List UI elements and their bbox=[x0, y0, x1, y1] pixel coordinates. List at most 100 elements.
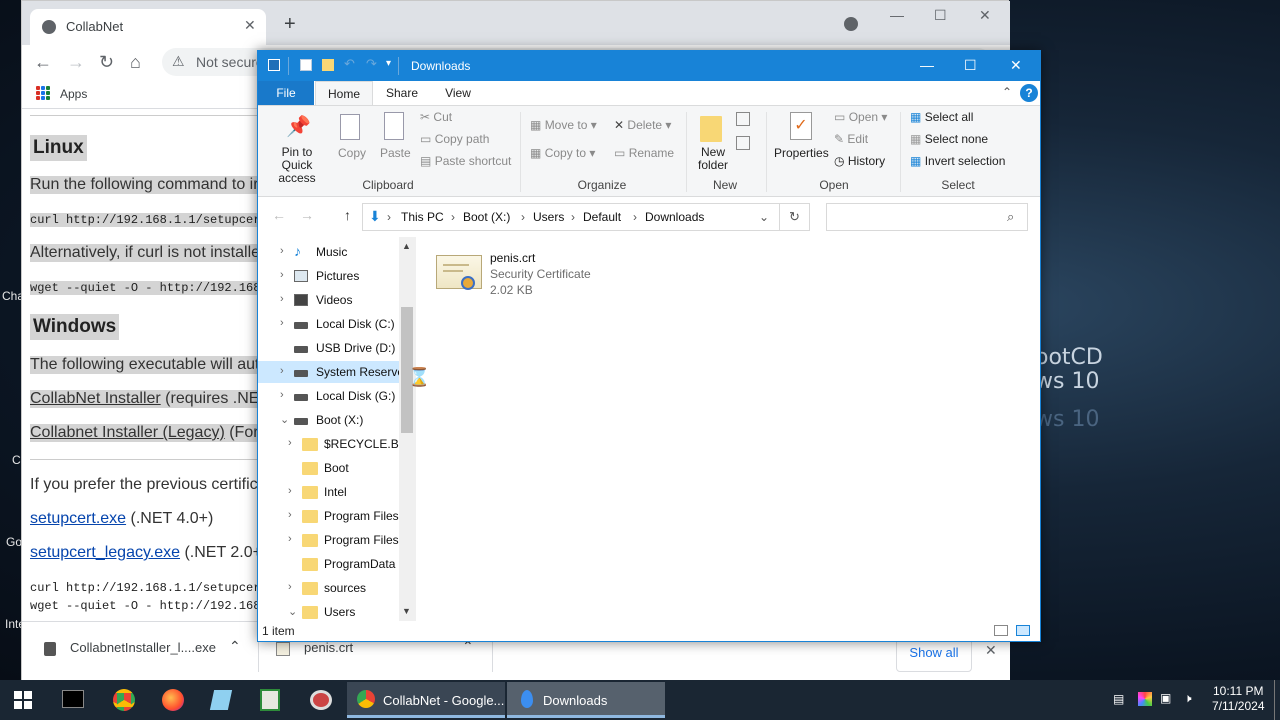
minimize-icon[interactable]: — bbox=[920, 57, 934, 73]
copy-to-button[interactable]: ▦ Copy to ▾ bbox=[530, 146, 595, 160]
refresh-icon[interactable]: ↻ bbox=[789, 209, 800, 225]
copy-button[interactable]: Copy bbox=[338, 146, 366, 160]
chevron-right-icon[interactable]: › bbox=[280, 245, 284, 257]
help-icon[interactable]: ? bbox=[1020, 84, 1038, 102]
chevron-down-icon[interactable]: ⌄ bbox=[759, 210, 769, 224]
minimize-icon[interactable]: — bbox=[890, 7, 904, 23]
easy-access-icon[interactable] bbox=[736, 136, 750, 150]
search-input[interactable] bbox=[831, 208, 1001, 226]
address-bar[interactable]: ⬇ › This PC › Boot (X:) › Users › Defaul… bbox=[362, 203, 810, 231]
chevron-right-icon[interactable]: › bbox=[288, 533, 292, 545]
chevron-up-icon[interactable]: ⌃ bbox=[229, 638, 241, 655]
move-to-button[interactable]: ▦ Move to ▾ bbox=[530, 118, 597, 132]
paste-shortcut-button[interactable]: ▤ Paste shortcut bbox=[420, 154, 511, 168]
spreadsheet-icon[interactable] bbox=[260, 689, 280, 711]
chevron-right-icon[interactable]: › bbox=[280, 389, 284, 401]
paste-button[interactable]: Paste bbox=[380, 146, 411, 160]
tab-home[interactable]: Home bbox=[315, 81, 373, 105]
close-window-icon[interactable]: ✕ bbox=[979, 7, 991, 24]
open-button[interactable]: ▭ Open ▾ bbox=[834, 110, 887, 124]
maximize-icon[interactable]: ☐ bbox=[964, 57, 977, 74]
large-icons-view-icon[interactable] bbox=[1016, 625, 1030, 636]
desktop-icon-label[interactable]: Go bbox=[6, 535, 22, 549]
breadcrumb-downloads[interactable]: Downloads bbox=[645, 210, 704, 224]
tree-item[interactable]: USB Drive (D:) bbox=[258, 337, 399, 359]
breadcrumb-boot[interactable]: Boot (X:) bbox=[463, 210, 510, 224]
collabnet-legacy-link[interactable]: Collabnet Installer (Legacy) bbox=[30, 424, 225, 441]
back-icon[interactable]: ← bbox=[272, 207, 286, 223]
breadcrumb-this-pc[interactable]: This PC bbox=[401, 210, 444, 224]
chevron-down-icon[interactable]: ⌄ bbox=[280, 413, 289, 426]
tab-file[interactable]: File bbox=[258, 81, 314, 105]
chrome-taskbar-icon[interactable] bbox=[113, 689, 135, 711]
close-tab-icon[interactable]: ✕ bbox=[244, 17, 256, 34]
network-tool-icon[interactable] bbox=[310, 690, 332, 710]
properties-quick-icon[interactable] bbox=[300, 59, 312, 71]
undo-icon[interactable]: ↶ bbox=[344, 56, 355, 72]
cut-button[interactable]: ✂ Cut bbox=[420, 110, 452, 124]
chevron-right-icon[interactable]: › bbox=[280, 365, 284, 377]
tree-item[interactable]: › Program Files bbox=[258, 505, 399, 527]
terminal-icon[interactable] bbox=[62, 690, 84, 708]
new-tab-button[interactable]: + bbox=[284, 13, 296, 36]
download-item-cert[interactable]: penis.crt bbox=[304, 640, 353, 655]
chevron-right-icon[interactable]: › bbox=[288, 485, 292, 497]
tree-item[interactable]: Boot bbox=[258, 457, 399, 479]
profile-dropdown-icon[interactable] bbox=[844, 17, 858, 31]
select-all-button[interactable]: ▦ Select all bbox=[910, 110, 973, 124]
maximize-icon[interactable]: ☐ bbox=[934, 7, 947, 24]
rename-button[interactable]: ▭ Rename bbox=[614, 146, 674, 160]
forward-icon[interactable]: → bbox=[67, 52, 85, 73]
breadcrumb-users[interactable]: Users bbox=[533, 210, 564, 224]
tree-item[interactable]: ⌄ Boot (X:) bbox=[258, 409, 399, 431]
reload-icon[interactable]: ↻ bbox=[99, 52, 114, 73]
taskbar-app-explorer[interactable]: Downloads bbox=[507, 682, 665, 718]
download-item-installer[interactable]: CollabnetInstaller_l....exe bbox=[70, 640, 216, 655]
chevron-right-icon[interactable]: › bbox=[280, 317, 284, 329]
select-none-button[interactable]: ▦ Select none bbox=[910, 132, 988, 146]
clock[interactable]: 10:11 PM 7/11/2024 bbox=[1212, 684, 1265, 714]
tree-item[interactable]: › Local Disk (G:) bbox=[258, 385, 399, 407]
scroll-up-icon[interactable]: ▲ bbox=[402, 241, 411, 251]
forward-icon[interactable]: → bbox=[300, 207, 314, 223]
scroll-down-icon[interactable]: ▼ bbox=[402, 606, 411, 616]
tree-item[interactable]: › System Reserve bbox=[258, 361, 404, 383]
breadcrumb-default[interactable]: Default bbox=[583, 210, 621, 224]
close-icon[interactable]: ✕ bbox=[1010, 57, 1022, 74]
taskbar-app-chrome[interactable]: CollabNet - Google... bbox=[347, 682, 505, 718]
back-icon[interactable]: ← bbox=[34, 52, 52, 73]
chevron-right-icon[interactable]: › bbox=[288, 581, 292, 593]
redo-icon[interactable]: ↷ bbox=[366, 56, 377, 72]
tab-view[interactable]: View bbox=[430, 81, 486, 105]
volume-muted-icon[interactable]: 🕨 bbox=[1184, 691, 1192, 706]
tree-item[interactable]: › Pictures bbox=[258, 265, 399, 287]
pin-to-quick-access-button[interactable]: Pin to Quick access bbox=[266, 146, 328, 185]
tree-item[interactable]: › Videos bbox=[258, 289, 399, 311]
new-folder-quick-icon[interactable] bbox=[322, 59, 334, 71]
network-icon[interactable]: ▤ bbox=[1113, 692, 1124, 706]
setupcert-link[interactable]: setupcert.exe bbox=[30, 510, 126, 527]
new-folder-button[interactable]: New folder bbox=[694, 146, 732, 172]
up-icon[interactable]: ↑ bbox=[344, 207, 351, 223]
setupcert-legacy-link[interactable]: setupcert_legacy.exe bbox=[30, 544, 180, 561]
tree-item[interactable]: ⌄ Users bbox=[258, 601, 399, 621]
tree-item[interactable]: ProgramData bbox=[258, 553, 399, 575]
collabnet-installer-link[interactable]: CollabNet Installer bbox=[30, 390, 161, 407]
search-box[interactable]: ⌕ bbox=[826, 203, 1028, 231]
close-download-bar-icon[interactable]: ✕ bbox=[985, 642, 997, 659]
properties-button[interactable]: Properties bbox=[774, 146, 829, 160]
edit-button[interactable]: ✎ Edit bbox=[834, 132, 868, 146]
chevron-right-icon[interactable]: › bbox=[280, 269, 284, 281]
invert-selection-button[interactable]: ▦ Invert selection bbox=[910, 154, 1005, 168]
desktop-icon-label[interactable]: C bbox=[12, 453, 21, 467]
browser-tab[interactable]: CollabNet ✕ bbox=[30, 9, 266, 45]
tab-share[interactable]: Share bbox=[375, 81, 429, 105]
apps-bookmark[interactable]: Apps bbox=[60, 87, 87, 101]
start-button[interactable] bbox=[0, 680, 48, 720]
new-item-icon[interactable] bbox=[736, 112, 750, 126]
chevron-right-icon[interactable]: › bbox=[280, 293, 284, 305]
tree-item[interactable]: › Intel bbox=[258, 481, 399, 503]
copy-path-button[interactable]: ▭ Copy path bbox=[420, 132, 489, 146]
tree-item[interactable]: › ♪ Music bbox=[258, 241, 399, 263]
display-icon[interactable]: ▣ bbox=[1160, 691, 1171, 705]
